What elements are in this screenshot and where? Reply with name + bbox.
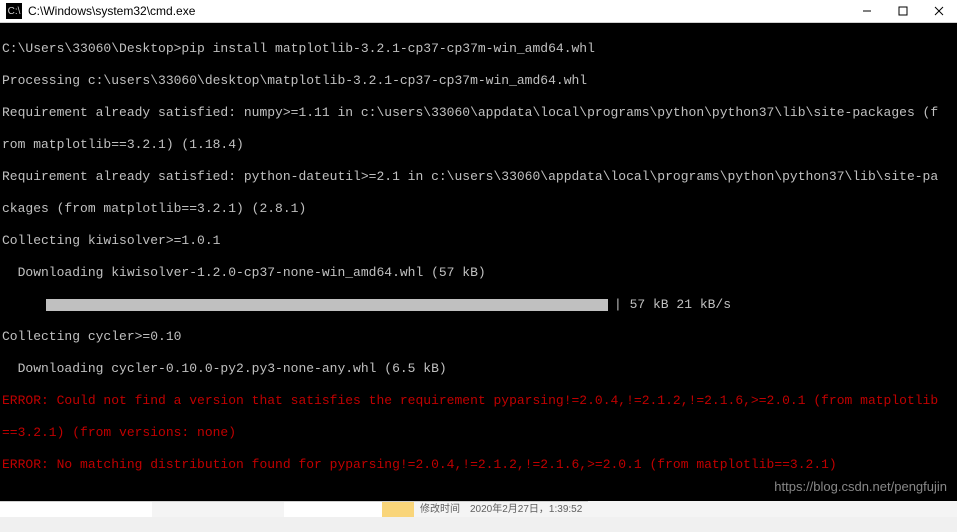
cmd-icon: C:\ [6,3,22,19]
terminal-line: Processing c:\users\33060\desktop\matplo… [2,73,957,89]
maximize-button[interactable] [885,0,921,22]
taskbar-datetime: 2020年2月27日，1:39:52 [470,502,582,518]
terminal-error: ERROR: No matching distribution found fo… [2,457,957,473]
minimize-button[interactable] [849,0,885,22]
progress-bar [46,299,608,311]
watermark-text: https://blog.csdn.net/pengfujin [774,479,947,495]
close-button[interactable] [921,0,957,22]
terminal-line: Collecting cycler>=0.10 [2,329,957,345]
terminal-line: Collecting kiwisolver>=1.0.1 [2,233,957,249]
window-title: C:\Windows\system32\cmd.exe [28,4,195,18]
window-titlebar: C:\ C:\Windows\system32\cmd.exe [0,0,957,23]
terminal-line: Downloading kiwisolver-1.2.0-cp37-none-w… [2,265,957,281]
terminal-line: Requirement already satisfied: python-da… [2,169,957,185]
terminal-body[interactable]: C:\Users\33060\Desktop>pip install matpl… [0,23,957,517]
progress-text: | 57 kB 21 kB/s [614,297,731,313]
terminal-line: ckages (from matplotlib==3.2.1) (2.8.1) [2,201,957,217]
terminal-error: ERROR: Could not find a version that sat… [2,393,957,409]
taskbar-fragment: 修改时间 2020年2月27日，1:39:52 [0,501,957,517]
taskbar-label: 修改时间 [420,502,460,518]
terminal-line: Downloading cycler-0.10.0-py2.py3-none-a… [2,361,957,377]
terminal-line: Requirement already satisfied: numpy>=1.… [2,105,957,121]
terminal-line: C:\Users\33060\Desktop>pip install matpl… [2,41,957,57]
terminal-error: ==3.2.1) (from versions: none) [2,425,957,441]
progress-row: | 57 kB 21 kB/s [2,297,957,313]
terminal-line: rom matplotlib==3.2.1) (1.18.4) [2,137,957,153]
